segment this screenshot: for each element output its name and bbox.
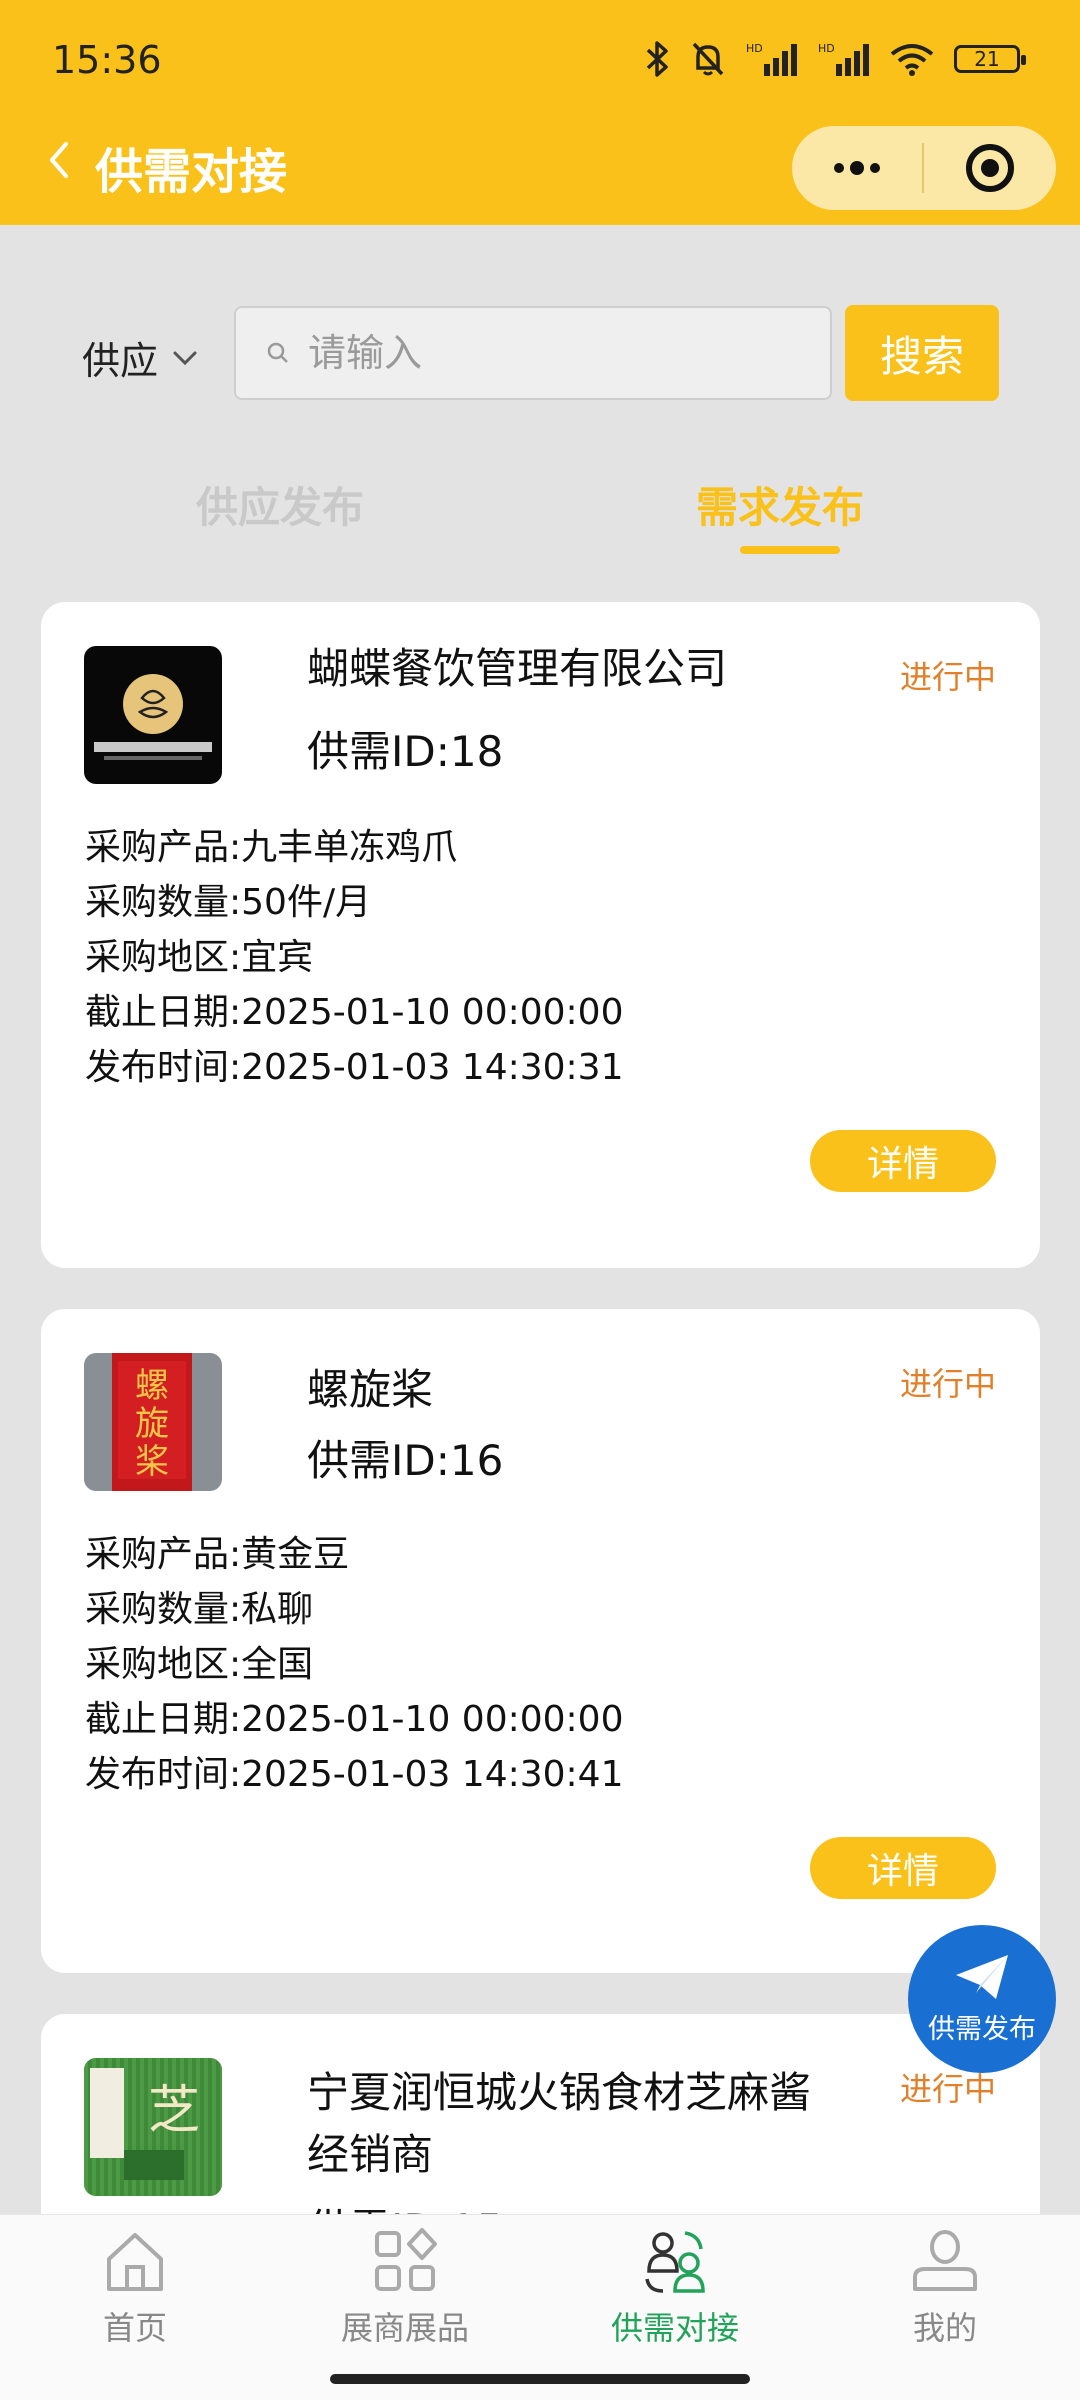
demand-card[interactable]: 蝴蝶餐饮管理有限公司 供需ID:18 进行中 采购产品:九丰单冻鸡爪 采购数量:…: [41, 602, 1040, 1268]
nav-label-supply-demand: 供需对接: [610, 2309, 739, 2347]
back-button[interactable]: [44, 140, 74, 180]
target-close-icon: [966, 144, 1014, 192]
signal-icon: HD: [744, 40, 798, 78]
active-tab-underline: [740, 546, 840, 554]
chevron-down-icon: [173, 351, 197, 365]
tab-demand-publish[interactable]: 需求发布: [696, 474, 864, 535]
company-name: 宁夏润恒城火锅食材芝麻酱 经销商: [307, 2062, 907, 2186]
publish-supply-demand-fab[interactable]: 供需发布: [908, 1925, 1056, 2073]
svg-text:桨: 桨: [135, 1442, 169, 1482]
mini-program-capsule: [792, 126, 1056, 210]
detail-button[interactable]: 详情: [810, 1837, 996, 1899]
search-icon: [267, 342, 288, 363]
tab-supply-publish[interactable]: 供应发布: [196, 474, 364, 535]
bluetooth-icon: [642, 40, 672, 78]
header: 15:36 HD HD 21 供需对接: [0, 0, 1080, 225]
company-name: 蝴蝶餐饮管理有限公司: [307, 644, 728, 693]
nav-item-mine[interactable]: 我的: [810, 2215, 1080, 2400]
company-name: 螺旋桨: [307, 1365, 434, 1414]
nav-item-home[interactable]: 首页: [0, 2215, 270, 2400]
deadline: 截止日期:2025-01-10 00:00:00: [85, 1699, 624, 1740]
people-exchange-icon: [645, 2231, 705, 2293]
home-indicator: [330, 2374, 750, 2384]
more-button[interactable]: [792, 126, 922, 210]
svg-text:HD: HD: [746, 42, 763, 55]
purchase-quantity: 采购数量:私聊: [85, 1589, 314, 1630]
supply-demand-id: 供需ID:18: [307, 727, 504, 776]
nav-label-home: 首页: [102, 2309, 167, 2347]
purchase-product: 采购产品:九丰单冻鸡爪: [85, 827, 458, 868]
info-list: 采购产品:九丰单冻鸡爪 采购数量:50件/月 采购地区:宜宾 截止日期:2025…: [85, 820, 623, 1095]
status-icons: HD HD 21: [642, 40, 1026, 78]
purchase-product: 采购产品:黄金豆: [85, 1534, 350, 1575]
bottom-nav: 首页 展商展品 供需对接 我的: [0, 2214, 1080, 2400]
nav-item-exhibitors[interactable]: 展商展品: [270, 2215, 540, 2400]
search-input[interactable]: [308, 331, 788, 375]
purchase-region: 采购地区:宜宾: [85, 937, 314, 978]
detail-button[interactable]: 详情: [810, 1130, 996, 1192]
page-title: 供需对接: [95, 144, 288, 200]
publish-time: 发布时间:2025-01-03 14:30:41: [85, 1754, 624, 1795]
search-box: [234, 306, 832, 400]
company-name-line-1: 宁夏润恒城火锅食材芝麻酱: [307, 2068, 812, 2117]
svg-text:旋: 旋: [135, 1404, 169, 1444]
svg-text:芝: 芝: [148, 2081, 200, 2141]
info-list: 采购产品:黄金豆 采购数量:私聊 采购地区:全国 截止日期:2025-01-10…: [85, 1527, 623, 1802]
paper-plane-icon: [956, 1954, 1008, 1999]
company-logo: 芝: [84, 2058, 222, 2196]
supply-demand-id: 供需ID:16: [307, 1436, 504, 1485]
grid-icon: [375, 2228, 437, 2291]
company-name-line-2: 经销商: [307, 2130, 434, 2179]
deadline: 截止日期:2025-01-10 00:00:00: [85, 992, 624, 1033]
signal-icon-2: HD: [816, 40, 870, 78]
publish-time: 发布时间:2025-01-03 14:30:31: [85, 1047, 624, 1088]
user-icon: [913, 2230, 977, 2291]
status-time: 15:36: [52, 38, 162, 82]
battery-icon: 21: [954, 45, 1026, 73]
chevron-left-icon: [50, 142, 68, 178]
fab-label: 供需发布: [928, 2013, 1036, 2045]
search-type-select[interactable]: 供应: [82, 330, 198, 385]
purchase-region: 采购地区:全国: [85, 1644, 314, 1685]
purchase-quantity: 采购数量:50件/月: [85, 882, 372, 923]
search-type-label: 供应: [82, 339, 159, 383]
svg-text:HD: HD: [818, 42, 835, 55]
wifi-icon: [888, 40, 936, 78]
demand-card[interactable]: 螺 旋 桨 螺旋桨 供需ID:16 进行中 采购产品:黄金豆 采购数量:私聊 采…: [41, 1309, 1040, 1973]
nav-label-mine: 我的: [912, 2309, 977, 2347]
status-badge: 进行中: [899, 1365, 996, 1403]
svg-text:螺: 螺: [135, 1366, 169, 1406]
bell-muted-icon: [690, 40, 726, 78]
close-mini-program-button[interactable]: [924, 126, 1056, 210]
nav-label-exhibitors: 展商展品: [340, 2309, 469, 2347]
status-badge: 进行中: [899, 658, 996, 696]
nav-item-supply-demand[interactable]: 供需对接: [540, 2215, 810, 2400]
home-icon: [107, 2233, 163, 2291]
more-dots-icon: [834, 161, 880, 175]
company-logo: [84, 646, 222, 784]
company-logo: 螺 旋 桨: [84, 1353, 222, 1491]
search-button[interactable]: 搜索: [845, 305, 999, 401]
